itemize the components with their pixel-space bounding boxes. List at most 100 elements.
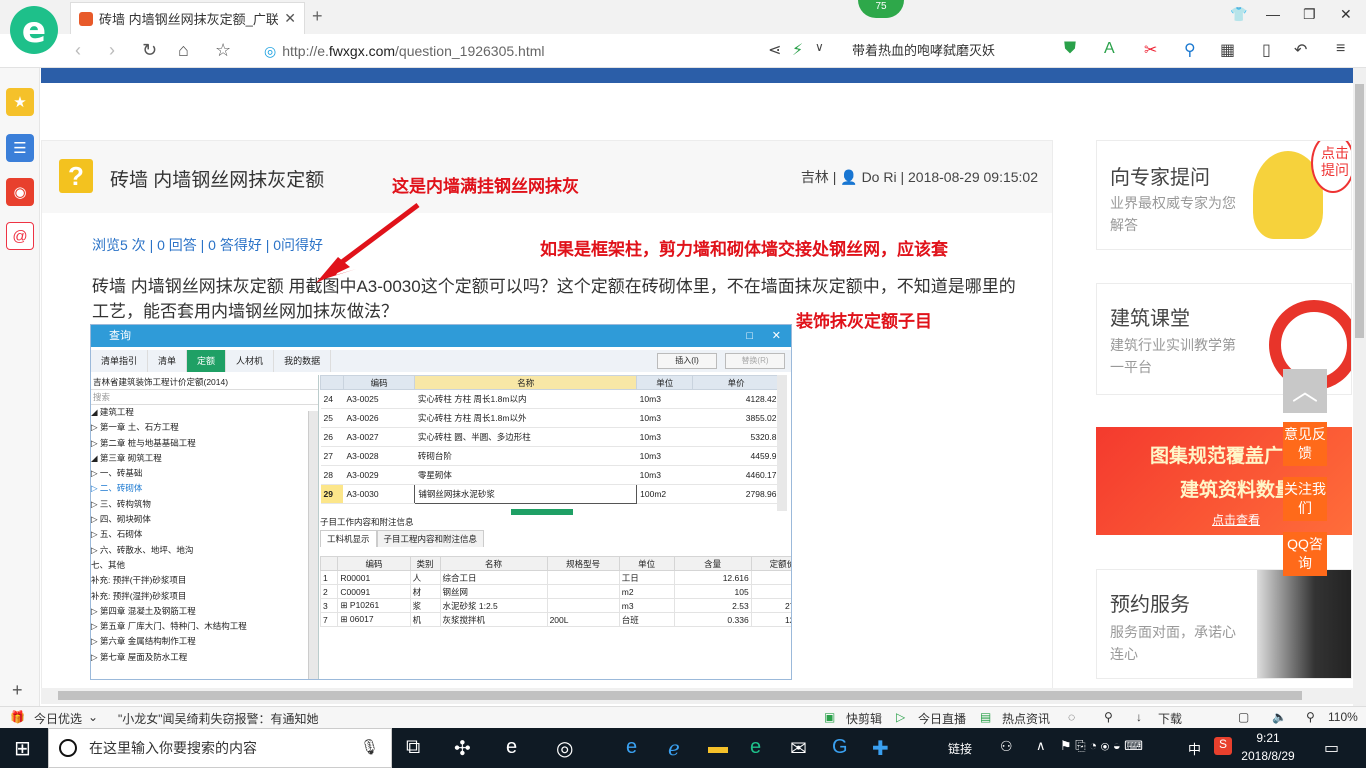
banner-link[interactable]: 点击查看 (1212, 511, 1260, 528)
ask-bubble[interactable]: 点击提问 (1311, 141, 1351, 193)
column-header: 编码 (342, 375, 416, 390)
window-icon[interactable]: ▢ (1238, 710, 1249, 724)
chevron-down-icon[interactable]: ∨ (815, 40, 824, 54)
ie-icon[interactable]: ℯ (668, 736, 680, 761)
ask-expert-card[interactable]: 向专家提问 业界最权威专家为您解答 点击提问 (1096, 140, 1352, 250)
weibo-icon[interactable]: ◉ (6, 178, 34, 206)
cross-app-icon[interactable]: ✚ (872, 736, 889, 761)
add-sidebar-icon[interactable]: + (12, 680, 23, 701)
banner-line-1: 图集规范覆盖广 (1150, 446, 1284, 467)
quick-clip[interactable]: 快剪辑 (846, 710, 882, 727)
clock-time[interactable]: 9:21 (1248, 731, 1288, 745)
ime-indicator[interactable]: 中 (1188, 739, 1201, 758)
cell: 24 (320, 389, 344, 409)
column-header: 规格型号 (546, 556, 620, 571)
favorites-star-icon[interactable]: ★ (6, 88, 34, 116)
links-toolbar[interactable]: 链接 (948, 740, 972, 757)
shirt-skin-icon[interactable]: 👕 (1230, 6, 1247, 23)
qq-consult-button[interactable]: QQ咨询 (1283, 532, 1327, 576)
favorite-star-icon[interactable]: ☆ (215, 40, 231, 61)
today-picks[interactable]: 今日优选 (34, 710, 82, 727)
home-icon[interactable]: ⌂ (178, 40, 189, 61)
taskbar-search-input[interactable]: 在这里输入你要搜索的内容 🎙 (48, 728, 392, 768)
share-icon[interactable]: ⋖ (768, 40, 781, 60)
horizontal-scroll-thumb[interactable] (58, 691, 1302, 700)
follow-button[interactable]: 关注我们 (1283, 477, 1327, 521)
back-to-top-button[interactable]: ︿ (1283, 369, 1327, 413)
pinwheel-app-icon[interactable]: ✣ (454, 736, 471, 761)
app-spiral-icon[interactable]: ◎ (556, 736, 573, 761)
cell: 10m3 (636, 465, 693, 485)
tree-node: ▷ 五、石砌体 (91, 529, 143, 540)
tree-node: ▷ 三、砖构筑物 (91, 498, 151, 509)
table-header-row: 编码 类别 名称 规格型号 单位 含量 定额价 (319, 556, 791, 571)
cell: A3-0027 (343, 427, 415, 447)
forward-icon[interactable]: › (109, 40, 115, 61)
cell: 7 (319, 612, 339, 627)
people-icon[interactable]: ⚇ (1000, 738, 1013, 755)
browser-tab[interactable]: 砖墙 内墙钢丝网抹灰定额_广联达 ✕ (70, 2, 305, 34)
address-bar[interactable]: ◎ http://e. fwxgx.com/question_1926305.ht… (256, 37, 840, 65)
mail-icon[interactable]: @ (6, 222, 34, 250)
cell: ⊞ 06017 (337, 612, 411, 627)
tree-node: ▷ 六、砖散水、地坪、地沟 (91, 544, 194, 555)
speed-icon[interactable]: ◌ (1068, 710, 1075, 724)
vertical-scroll-thumb[interactable] (1355, 84, 1364, 338)
apps-grid-icon[interactable]: ▦ (1220, 40, 1235, 60)
tablet-icon[interactable]: ▯ (1262, 40, 1271, 60)
scissors-icon[interactable]: ✂ (1144, 40, 1157, 60)
hot-news[interactable]: 热点资讯 (1002, 710, 1050, 727)
menu-icon[interactable]: ≡ (1336, 40, 1345, 58)
close-tab-icon[interactable]: ✕ (284, 10, 296, 27)
search-input[interactable]: 带着热血的咆哮弑磨灭妖 (846, 37, 1026, 65)
feedback-button[interactable]: 意见反馈 (1283, 422, 1327, 466)
username[interactable]: Do Ri (862, 169, 897, 185)
lightning-icon[interactable]: ⚡ (792, 40, 803, 60)
tray-expand-icon[interactable]: ∧ (1036, 738, 1046, 754)
sogou-icon[interactable]: S (1214, 737, 1232, 755)
pin-icon[interactable]: ⚲ (1104, 710, 1113, 724)
minimize-icon[interactable]: — (1266, 6, 1280, 22)
zoom-icon[interactable]: ⚲ (1306, 710, 1315, 724)
refresh-icon[interactable]: ↻ (142, 40, 157, 61)
cell: 28 (320, 465, 344, 485)
browser-logo-icon[interactable]: e (10, 6, 58, 54)
new-tab-button[interactable]: + (312, 6, 323, 27)
list-icon[interactable]: ☰ (6, 134, 34, 162)
tab-strip: 砖墙 内墙钢丝网抹灰定额_广联达 ✕ + 75 👕 — ❐ ✕ (0, 0, 1366, 34)
back-icon[interactable]: ‹ (75, 40, 81, 61)
zoom-level[interactable]: 110% (1328, 710, 1358, 724)
notification-center-icon[interactable]: ▭ (1324, 738, 1339, 758)
tray-icons[interactable]: ⚑ ⎘ ◔ ⦿ ◒ ⌨ (1060, 738, 1143, 754)
news-ticker[interactable]: "小龙女"闻吴绮莉失窃报警：有通知她 (118, 710, 319, 727)
task-view-icon[interactable]: ⧉ (406, 736, 420, 759)
microphone-icon[interactable]: 🎙 (360, 729, 379, 767)
volume-icon[interactable]: 🔈 (1272, 710, 1287, 724)
shield-icon[interactable]: ⛊ (1064, 40, 1076, 58)
author[interactable]: 吉林 (801, 169, 829, 185)
search-icon[interactable]: ⚲ (1184, 40, 1196, 60)
edge-icon[interactable]: e (626, 736, 637, 759)
question-mark-icon: ? (59, 159, 93, 193)
g-app-icon[interactable]: G (832, 736, 848, 759)
booking-card[interactable]: 预约服务 服务面对面，承诺心连心 (1096, 569, 1352, 679)
cortana-icon[interactable] (59, 739, 77, 757)
cell: C00091 (337, 584, 411, 599)
notification-badge[interactable]: 75 (858, 0, 904, 18)
restore-icon[interactable]: ❐ (1303, 6, 1316, 23)
clock-date[interactable]: 2018/8/29 (1240, 749, 1296, 763)
close-window-icon[interactable]: ✕ (1340, 6, 1352, 23)
mail-app-icon[interactable]: ✉ (790, 736, 807, 761)
subitem-title: 子目工作内容和附注信息 (320, 517, 414, 527)
column-header: 含量 (673, 556, 752, 571)
tree-node: ◢ 第三章 砌筑工程 (91, 452, 162, 463)
today-live[interactable]: 今日直播 (918, 710, 966, 727)
download-link[interactable]: 下载 (1158, 710, 1182, 727)
edge-browser-icon[interactable]: e (506, 736, 517, 759)
windows-start-icon[interactable]: ⊞ (14, 736, 31, 761)
chevron-down-icon[interactable]: ⌄ (88, 710, 98, 724)
360-browser-icon[interactable]: e (750, 736, 761, 759)
file-explorer-icon[interactable]: ▬ (708, 736, 728, 759)
translate-icon[interactable]: A (1104, 40, 1115, 58)
undo-icon[interactable]: ↶ (1294, 40, 1307, 60)
